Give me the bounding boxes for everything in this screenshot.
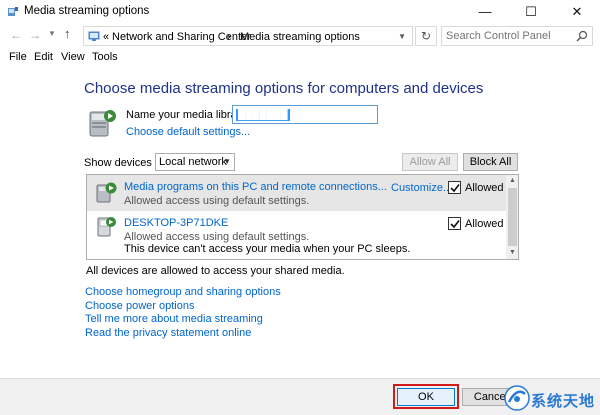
up-arrow-icon[interactable]: ↑ [64,26,71,41]
related-links: Choose homegroup and sharing options Cho… [85,286,281,340]
maximize-button[interactable]: ☐ [508,0,554,24]
menu-tools[interactable]: Tools [92,51,118,63]
address-bar[interactable]: « Network and Sharing Center › Media str… [83,26,413,46]
scroll-down-icon[interactable]: ▼ [506,247,518,259]
computer-device-icon [97,217,116,237]
address-row: ← → ▼ ↑ « Network and Sharing Center › M… [0,24,600,48]
device-list[interactable]: Media programs on this PC and remote con… [86,174,519,260]
breadcrumb-separator: › [227,31,231,43]
device-status: Allowed access using default settings. [124,195,310,207]
menu-file[interactable]: File [9,51,27,63]
scrollbar-thumb[interactable] [508,188,517,246]
refresh-icon[interactable]: ↻ [415,26,437,46]
watermark-text: 系统天地 [531,392,596,410]
device-status: Allowed access using default settings. [124,231,310,243]
breadcrumb-prefix[interactable]: « [103,31,109,43]
customize-link[interactable]: Customize... [391,182,452,194]
homegroup-sharing-link[interactable]: Choose homegroup and sharing options [85,286,281,299]
back-arrow-icon[interactable]: ← [10,28,22,42]
ok-button[interactable]: OK [397,388,455,406]
device-list-scrollbar[interactable]: ▲ ▼ [506,175,518,259]
media-programs-icon [96,182,117,203]
menu-bar: File Edit View Tools [0,48,600,66]
window-title: Media streaming options [24,5,150,17]
search-icon[interactable] [576,30,588,42]
menu-edit[interactable]: Edit [34,51,53,63]
media-streaming-app-icon [8,7,18,16]
device-name-link[interactable]: Media programs on this PC and remote con… [124,181,387,193]
checkmark-icon [450,220,460,229]
minimize-button[interactable]: — [462,0,508,24]
title-bar: Media streaming options — ☐ ✕ [0,0,600,24]
allowed-label[interactable]: Allowed [465,218,504,230]
checkmark-icon [450,184,460,193]
address-dropdown-chevron-icon[interactable]: ▼ [398,32,406,41]
block-all-button[interactable]: Block All [463,153,518,171]
control-panel-icon [88,31,100,41]
library-name-value[interactable]: ███████ [236,109,290,121]
recent-locations-chevron-icon[interactable]: ▼ [48,29,56,38]
page-title: Choose media streaming options for compu… [84,80,484,97]
search-box[interactable] [441,26,593,46]
allowed-label[interactable]: Allowed [465,182,504,194]
show-devices-select[interactable]: Local network ▼ [155,153,235,171]
scroll-up-icon[interactable]: ▲ [506,175,518,187]
privacy-statement-link[interactable]: Read the privacy statement online [85,327,281,340]
status-text: All devices are allowed to access your s… [86,265,345,277]
breadcrumb-media-streaming[interactable]: Media streaming options [240,31,360,43]
allowed-checkbox[interactable] [448,181,461,194]
choose-default-settings-link[interactable]: Choose default settings... [126,126,250,138]
chevron-down-icon[interactable]: ▼ [223,157,231,166]
media-library-icon [89,110,116,137]
library-name-field[interactable]: ███████ [232,105,378,124]
forward-arrow-icon[interactable]: → [29,28,41,42]
media-streaming-help-link[interactable]: Tell me more about media streaming [85,313,281,326]
search-input[interactable] [446,29,574,43]
allowed-checkbox[interactable] [448,217,461,230]
allow-all-button[interactable]: Allow All [402,153,458,171]
device-sleep-note: This device can't access your media when… [124,243,411,255]
device-name-link[interactable]: DESKTOP-3P71DKE [124,217,228,229]
list-item[interactable]: DESKTOP-3P71DKE Allowed access using def… [87,211,506,259]
show-devices-value[interactable]: Local network [159,156,227,168]
menu-view[interactable]: View [61,51,85,63]
close-button[interactable]: ✕ [554,0,600,24]
list-item[interactable]: Media programs on this PC and remote con… [87,175,506,211]
library-name-label: Name your media library: [126,109,249,121]
power-options-link[interactable]: Choose power options [85,300,281,313]
